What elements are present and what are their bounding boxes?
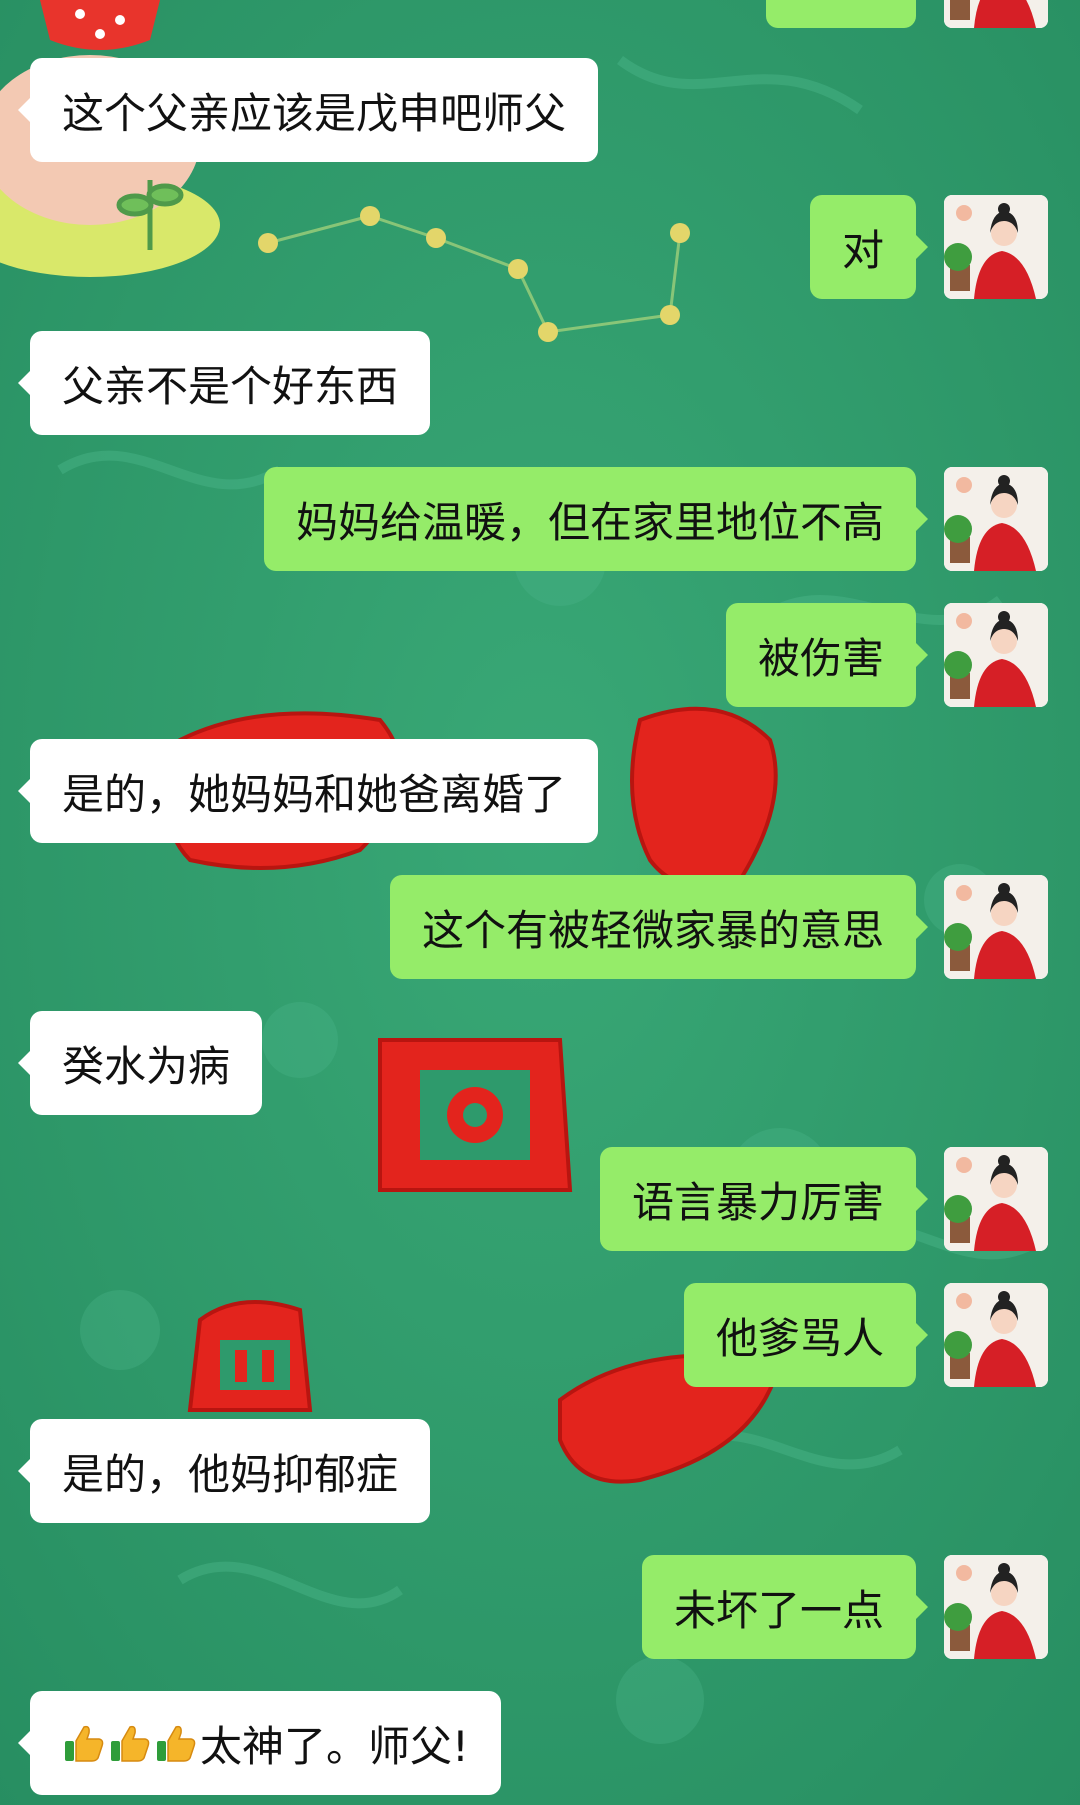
message-bubble-incoming[interactable]: 这个父亲应该是戊申吧师父 (17, 58, 599, 162)
message-bubble-outgoing[interactable]: 妈妈给温暖，但在家里地位不高 (263, 467, 929, 571)
message-text: 对 (841, 225, 884, 275)
message-text: 是的，他妈抑郁症 (62, 1449, 399, 1499)
chat-screen: 这个父亲应该是戊申吧师父 对 父亲不是个好东西 妈妈给温暖，但在家里地位不高 被… (0, 0, 1080, 1805)
user-avatar[interactable] (944, 603, 1048, 707)
message-bubble-outgoing[interactable] (766, 0, 916, 28)
message-bubble-outgoing[interactable]: 语言暴力厉害 (599, 1147, 929, 1251)
message-bubble-incoming[interactable]: 是的，他妈抑郁症 (17, 1419, 431, 1523)
user-avatar[interactable] (944, 1147, 1048, 1251)
thumbs-up-icon (62, 1721, 106, 1765)
message-text: 这个有被轻微家暴的意思 (421, 905, 884, 955)
message-bubble-outgoing[interactable]: 对 (809, 195, 929, 299)
user-avatar[interactable] (944, 1555, 1048, 1659)
message-text: 是的，她妈妈和她爸离婚了 (62, 769, 567, 819)
message-text: 被伤害 (757, 633, 884, 683)
message-bubble-incoming[interactable]: 太神了。师父! (18, 1691, 501, 1795)
message-text: 未坏了一点 (673, 1585, 884, 1635)
user-avatar[interactable] (944, 467, 1048, 571)
message-bubble-incoming[interactable]: 父亲不是个好东西 (17, 331, 431, 435)
message-bubble-outgoing[interactable]: 被伤害 (725, 603, 929, 707)
message-text: 太神了。师父! (200, 1721, 469, 1771)
message-text: 癸水为病 (62, 1041, 231, 1091)
thumbs-up-icon (108, 1721, 152, 1765)
message-bubble-incoming[interactable]: 癸水为病 (17, 1011, 263, 1115)
message-text: 妈妈给温暖，但在家里地位不高 (295, 497, 884, 547)
message-bubble-outgoing[interactable]: 这个有被轻微家暴的意思 (389, 875, 929, 979)
message-text: 父亲不是个好东西 (62, 361, 399, 411)
message-bubble-outgoing[interactable]: 未坏了一点 (641, 1555, 929, 1659)
user-avatar[interactable] (944, 875, 1048, 979)
message-text: 他爹骂人 (715, 1313, 884, 1363)
thumbs-up-icon (154, 1721, 198, 1765)
user-avatar[interactable] (944, 1283, 1048, 1387)
message-text: 这个父亲应该是戊申吧师父 (62, 88, 567, 138)
message-text: 语言暴力厉害 (631, 1177, 884, 1227)
user-avatar[interactable] (944, 0, 1048, 28)
message-bubble-incoming[interactable]: 是的，她妈妈和她爸离婚了 (17, 739, 599, 843)
user-avatar[interactable] (944, 195, 1048, 299)
message-bubble-outgoing[interactable]: 他爹骂人 (683, 1283, 929, 1387)
